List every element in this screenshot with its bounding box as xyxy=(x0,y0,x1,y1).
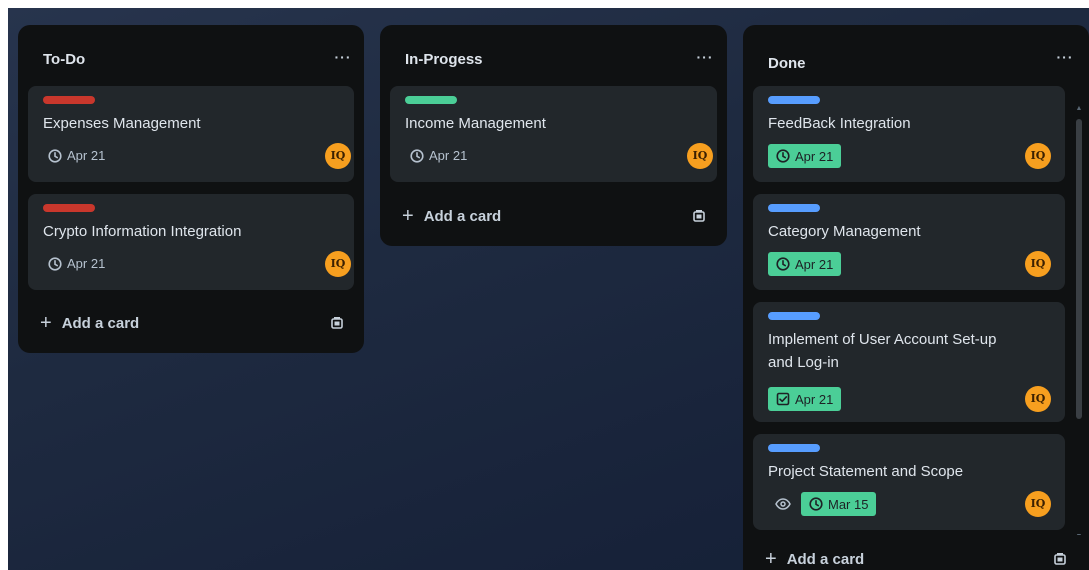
list-footer: + Add a card xyxy=(743,535,1089,570)
card-label-green[interactable] xyxy=(405,96,457,104)
card-template-icon[interactable] xyxy=(1053,552,1067,566)
eye-icon[interactable] xyxy=(775,497,791,511)
member-avatar[interactable]: IQ xyxy=(1025,386,1051,412)
due-date-text: Apr 21 xyxy=(67,256,106,271)
due-date[interactable]: Apr 21 xyxy=(48,148,105,163)
due-date[interactable]: Apr 21 xyxy=(410,148,467,163)
list-title[interactable]: Done xyxy=(768,55,806,72)
list-menu-button[interactable]: ··· xyxy=(331,45,355,69)
board-canvas: To-Do ··· Expenses Management Apr 21 IQ … xyxy=(8,8,1089,570)
due-date-text: Apr 21 xyxy=(795,148,834,164)
card-label-blue[interactable] xyxy=(768,444,820,452)
card[interactable]: Category Management Apr 21 IQ xyxy=(753,194,1065,290)
list-todo: To-Do ··· Expenses Management Apr 21 IQ … xyxy=(18,25,364,353)
clock-icon xyxy=(776,149,790,163)
scroll-thumb[interactable] xyxy=(1076,119,1082,419)
card-label-blue[interactable] xyxy=(768,204,820,212)
card[interactable]: Expenses Management Apr 21 IQ xyxy=(28,86,354,182)
card-template-icon[interactable] xyxy=(692,209,706,223)
card-label-blue[interactable] xyxy=(768,96,820,104)
card-title: Crypto Information Integration xyxy=(43,223,242,240)
card-label-blue[interactable] xyxy=(768,312,820,320)
member-avatar[interactable]: IQ xyxy=(1025,251,1051,277)
add-card-button[interactable]: + Add a card xyxy=(765,549,864,569)
list-scrollbar[interactable]: ▲ ▼ xyxy=(1075,105,1083,570)
list-in-progress: In-Progess ··· Income Management Apr 21 … xyxy=(380,25,727,246)
due-date-text: Apr 21 xyxy=(67,148,106,163)
list-title[interactable]: In-Progess xyxy=(405,51,483,68)
card-label-red[interactable] xyxy=(43,204,95,212)
card[interactable]: FeedBack Integration Apr 21 IQ xyxy=(753,86,1065,182)
card-title: Income Management xyxy=(405,115,546,132)
list-menu-button[interactable]: ··· xyxy=(693,45,717,69)
member-avatar[interactable]: IQ xyxy=(325,143,351,169)
member-avatar[interactable]: IQ xyxy=(687,143,713,169)
due-date-text: Mar 15 xyxy=(828,496,869,512)
due-date-complete[interactable]: Apr 21 xyxy=(768,387,842,411)
card[interactable]: Income Management Apr 21 IQ xyxy=(390,86,717,182)
card[interactable]: Implement of User Account Set-up and Log… xyxy=(753,302,1065,422)
add-card-button[interactable]: + Add a card xyxy=(402,206,501,226)
plus-icon: + xyxy=(765,548,777,570)
card-title-line-2: and Log-in xyxy=(768,354,839,371)
scroll-up-arrow-icon[interactable]: ▲ xyxy=(1075,105,1083,113)
member-avatar[interactable]: IQ xyxy=(1025,491,1051,517)
card-title: Expenses Management xyxy=(43,115,201,132)
member-avatar[interactable]: IQ xyxy=(325,251,351,277)
clock-icon xyxy=(48,148,62,163)
plus-icon: + xyxy=(402,205,414,227)
add-card-label: Add a card xyxy=(786,550,865,568)
checkbox-icon xyxy=(776,392,790,406)
due-date-complete[interactable]: Apr 21 xyxy=(768,252,842,276)
due-date[interactable]: Apr 21 xyxy=(48,256,105,271)
card-title-line-1: Implement of User Account Set-up xyxy=(768,331,997,348)
card-title: Project Statement and Scope xyxy=(768,463,964,480)
list-menu-button[interactable]: ··· xyxy=(1053,45,1077,69)
clock-icon xyxy=(809,497,823,511)
list-title[interactable]: To-Do xyxy=(43,51,85,68)
clock-icon xyxy=(410,148,424,163)
list-done: Done ··· FeedBack Integration Apr 21 IQ … xyxy=(743,25,1089,570)
due-date-complete[interactable]: Mar 15 xyxy=(801,492,877,516)
card-title: Category Management xyxy=(768,223,921,240)
add-card-label: Add a card xyxy=(423,207,502,225)
add-card-label: Add a card xyxy=(61,314,140,332)
card[interactable]: Crypto Information Integration Apr 21 IQ xyxy=(28,194,354,290)
card[interactable]: Project Statement and Scope Mar 15 IQ xyxy=(753,434,1065,530)
due-date-text: Apr 21 xyxy=(795,391,834,407)
card-template-icon[interactable] xyxy=(330,316,344,330)
clock-icon xyxy=(776,257,790,271)
add-card-button[interactable]: + Add a card xyxy=(40,313,139,333)
due-date-complete[interactable]: Apr 21 xyxy=(768,144,842,168)
clock-icon xyxy=(48,256,62,271)
card-title: FeedBack Integration xyxy=(768,115,911,132)
plus-icon: + xyxy=(40,312,52,334)
member-avatar[interactable]: IQ xyxy=(1025,143,1051,169)
due-date-text: Apr 21 xyxy=(429,148,468,163)
card-label-red[interactable] xyxy=(43,96,95,104)
due-date-text: Apr 21 xyxy=(795,256,834,272)
